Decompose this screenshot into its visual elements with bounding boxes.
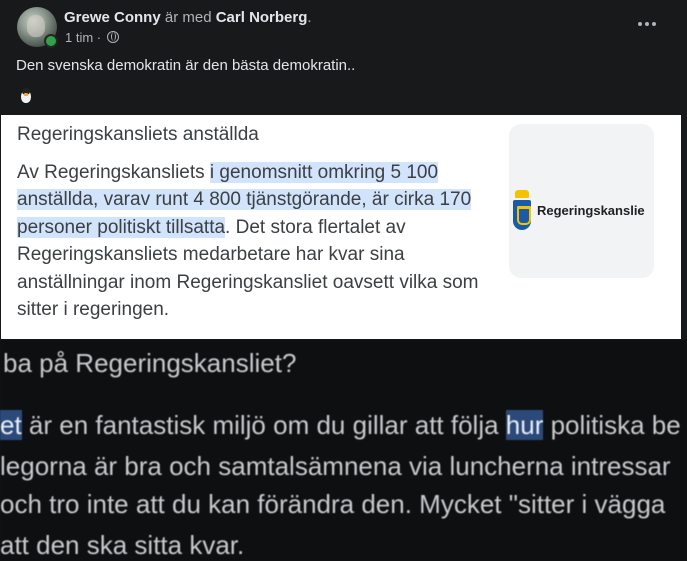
avatar[interactable]: [17, 7, 58, 48]
line1-highlight: et: [0, 410, 22, 440]
image1-heading: Regeringskansliets anställda: [17, 124, 259, 145]
line1-text-b: politiska be: [543, 410, 681, 440]
post-time[interactable]: 1 tim: [65, 30, 93, 45]
author-name[interactable]: Grewe Conny: [64, 9, 161, 26]
post-meta: 1 tim ·: [65, 30, 119, 45]
globe-icon: [106, 31, 119, 43]
screenshot-image-1[interactable]: Regeringskansliets anställda Av Regering…: [1, 115, 681, 339]
para-part1: Av Regeringskansliets: [17, 162, 210, 183]
penguin-emoji: [19, 88, 33, 104]
more-options-icon[interactable]: [632, 12, 662, 36]
image2-line2: legorna är bra och samtalsämnena via lun…: [0, 451, 671, 481]
crest-icon: [513, 190, 531, 230]
author-line: Grewe Conny är med Carl Norberg.: [64, 9, 312, 26]
line1-highlight-2: hur: [505, 410, 544, 440]
meta-separator: ·: [96, 30, 102, 45]
image1-paragraph: Av Regeringskansliets i genomsnitt omkri…: [17, 159, 495, 323]
gov-logo-card: Regeringskanslie: [509, 124, 654, 278]
gov-logo-text: Regeringskanslie: [537, 203, 645, 218]
image2-line1: et är en fantastisk miljö om du gillar a…: [0, 410, 681, 441]
line1-text-a: är en fantastisk miljö om du gillar att …: [21, 410, 506, 440]
image2-question: ba på Regeringskansliet?: [3, 348, 297, 378]
period: .: [307, 9, 312, 26]
tagged-name[interactable]: Carl Norberg: [216, 9, 308, 26]
online-status-dot: [44, 34, 58, 48]
image2-line3: och tro inte att du kan förändra den. My…: [0, 489, 666, 519]
image2-line4: att den ska sitta kvar.: [0, 530, 245, 560]
post-header: Grewe Conny är med Carl Norberg. 1 tim ·: [0, 0, 687, 56]
screenshot-image-2[interactable]: ba på Regeringskansliet? et är en fantas…: [0, 340, 687, 561]
post-text: Den svenska demokratin är den bästa demo…: [16, 57, 356, 74]
with-text: är med: [164, 9, 212, 26]
